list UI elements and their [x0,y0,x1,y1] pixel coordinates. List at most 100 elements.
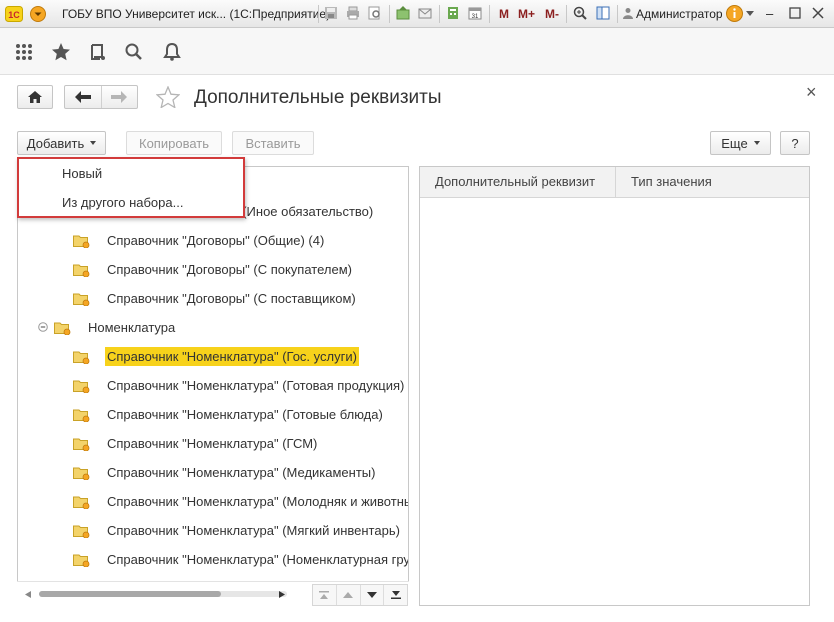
attach-icon[interactable] [396,6,410,20]
calculator-icon[interactable] [446,6,460,20]
more-button[interactable]: Еще [710,131,771,155]
horizontal-scrollbar[interactable] [39,591,287,597]
folder-icon [73,496,90,509]
chevron-down-icon [90,141,97,145]
favorites-icon[interactable] [51,42,71,62]
add-button[interactable]: Добавить [17,131,106,155]
tree-row[interactable]: Справочник "Номенклатура" (Готовая проду… [18,371,408,400]
favorite-star-icon[interactable] [156,86,180,108]
memory-button[interactable]: M [499,7,509,21]
folder-icon [73,264,90,277]
mail-icon[interactable] [418,6,432,20]
user-icon [623,8,633,19]
tree-row-label: Справочник "Номенклатура" (Молодняк и жи… [107,494,409,509]
tree-row[interactable]: Справочник "Номенклатура" (Медикаменты) [18,458,408,487]
folder-icon [73,438,90,451]
folder-icon [73,525,90,538]
tree-row-label: Справочник "Номенклатура" (Готовые блюда… [107,407,383,422]
tree-row-label: " (Иное обязательство) [234,204,374,219]
folder-icon [73,409,90,422]
tree-row-label: Справочник "Номенклатура" (Номенклатурна… [107,552,409,567]
tree-row[interactable]: Справочник "Договоры" (С поставщиком) [18,284,408,313]
maximize-icon[interactable] [789,7,801,19]
minimize-button[interactable]: – [766,6,773,21]
collapse-toggle-icon[interactable] [38,322,48,332]
folder-icon [54,322,71,335]
chevron-down-icon [753,141,760,145]
tree-row-label: Справочник "Номенклатура" (ГСМ) [107,436,318,451]
tree-row-label: Справочник "Договоры" (С покупателем) [107,262,352,277]
menu-item-from-another-set[interactable]: Из другого набора... [62,195,183,210]
scroll-top-button[interactable] [313,585,337,605]
scroll-top-icon [319,591,330,599]
column-header-attribute[interactable]: Дополнительный реквизит [420,167,616,198]
folder-icon [73,351,90,364]
memory-plus-button[interactable]: M+ [518,7,535,21]
scroll-right-icon[interactable] [279,591,285,598]
tree-row[interactable]: Справочник "Номенклатура" (Готовые блюда… [18,400,408,429]
apps-grid-icon[interactable] [14,42,34,62]
sets-tree: " (Иное обязательство) Справочник "Догов… [17,166,409,606]
svg-text:31: 31 [472,14,479,20]
scroll-up-icon [343,592,354,598]
form-title: Дополнительные реквизиты [194,87,442,108]
memory-minus-button[interactable]: M- [545,7,559,21]
user-name[interactable]: Администратор [636,7,723,21]
scroll-up-button[interactable] [337,585,361,605]
history-icon[interactable] [88,42,108,62]
tree-row[interactable]: Справочник "Номенклатура" (Номенклатурна… [18,545,409,574]
tree-row[interactable]: Справочник "Договоры" (Общие) (4) [18,226,408,255]
copy-button[interactable]: Копировать [126,131,222,155]
scroll-bottom-button[interactable] [384,585,407,605]
search-icon[interactable] [124,42,144,62]
svg-text:1С: 1С [8,10,20,20]
1c-logo-icon: 1С [5,6,23,22]
tree-row[interactable]: Справочник "Номенклатура" (Мягкий инвент… [18,516,408,545]
zoom-icon[interactable] [573,6,587,20]
home-button[interactable] [17,85,53,109]
calendar-icon[interactable]: 31 [468,6,482,20]
preview-icon[interactable] [368,6,382,20]
scroll-down-icon [366,592,377,598]
folder-icon [73,293,90,306]
navigation-buttons [64,85,138,109]
form-content: Дополнительные реквизиты × Добавить Копи… [0,75,834,622]
column-header-value-type[interactable]: Тип значения [616,167,809,198]
attributes-table: Дополнительный реквизит Тип значения [419,166,810,606]
tree-row-label: Справочник "Договоры" (С поставщиком) [107,291,356,306]
scroll-bottom-icon [390,591,401,599]
tree-row-label: Справочник "Номенклатура" (Медикаменты) [107,465,376,480]
tree-row-label: Справочник "Договоры" (Общие) (4) [107,233,325,248]
close-window-icon[interactable] [812,7,824,19]
home-icon [28,91,42,103]
menu-item-new[interactable]: Новый [62,166,102,181]
scrollbar-thumb[interactable] [39,591,221,597]
scroll-left-icon[interactable] [25,591,31,598]
paste-button[interactable]: Вставить [232,131,314,155]
folder-icon [73,235,90,248]
tree-row-label: Номенклатура [88,320,176,335]
tree-nav-buttons [312,584,408,606]
section-toolbar [0,28,834,75]
info-icon[interactable] [726,5,743,22]
save-icon[interactable] [324,6,338,20]
main-menu-icon[interactable] [30,6,46,22]
forward-arrow-icon[interactable] [111,91,127,103]
print-icon[interactable] [346,6,360,20]
back-arrow-icon[interactable] [75,91,91,103]
tree-row[interactable]: Справочник "Номенклатура" (ГСМ) [18,429,408,458]
tree-bottom-bar [17,581,409,606]
help-button[interactable]: ? [780,131,810,155]
folder-icon [73,467,90,480]
form-close-button[interactable]: × [806,82,817,103]
panels-icon[interactable] [596,6,610,20]
info-dropdown-icon[interactable] [746,11,754,16]
window-title: ГОБУ ВПО Университет иск... (1С:Предприя… [62,7,331,21]
tree-row-label: Справочник "Номенклатура" (Мягкий инвент… [107,523,400,538]
tree-row[interactable]: Справочник "Договоры" (С покупателем) [18,255,408,284]
scroll-down-button[interactable] [361,585,385,605]
tree-row[interactable]: Номенклатура [18,313,408,342]
tree-row[interactable]: Справочник "Номенклатура" (Молодняк и жи… [18,487,409,516]
tree-row[interactable]: Справочник "Номенклатура" (Гос. услуги) [18,342,408,371]
notifications-icon[interactable] [162,42,182,62]
